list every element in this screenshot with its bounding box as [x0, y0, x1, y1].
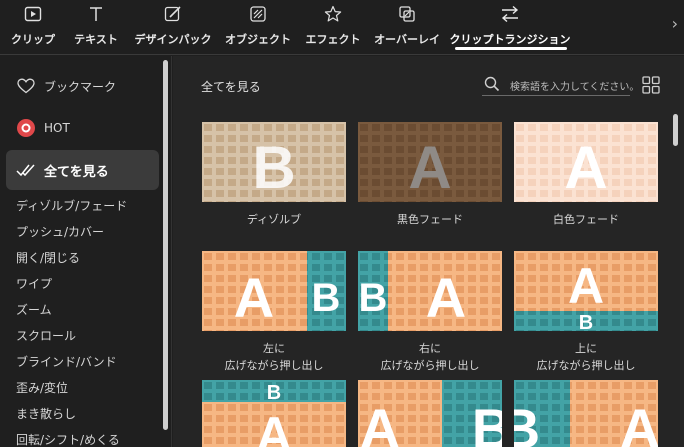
transition-thumbnail: B A — [202, 380, 346, 447]
svg-text:B: B — [252, 134, 295, 201]
effect-star-icon — [323, 4, 343, 24]
svg-text:A: A — [234, 266, 274, 329]
sidebar-item-wipe[interactable]: ワイプ — [16, 275, 52, 292]
tab-label: デザインパック — [134, 33, 212, 46]
grid-scrollbar[interactable] — [673, 114, 678, 146]
svg-text:B: B — [267, 382, 281, 404]
sidebar-item-dissolve-fade[interactable]: ディゾルブ/フェード — [16, 197, 127, 214]
transition-label: 左に 広げながら押し出し — [224, 342, 324, 372]
sidebar-scrollbar[interactable] — [163, 60, 168, 430]
hot-badge-icon — [16, 118, 36, 138]
sidebar-item-label: HOT — [44, 121, 70, 135]
transition-grid-panel: 全てを見る 検索語を入力してください。 B ディゾルブ A 黒色フェード A 白… — [173, 56, 684, 447]
overlay-icon — [397, 4, 417, 24]
tab-clip[interactable]: クリップ — [11, 0, 55, 55]
search-field[interactable]: 検索語を入力してください。 — [482, 74, 639, 96]
svg-text:A: A — [256, 407, 292, 447]
sidebar-item-rotate-shift[interactable]: 回転/シフト/めくる — [16, 431, 120, 447]
transition-thumbnail: A B — [514, 251, 658, 331]
transition-tab-bar: クリップ テキスト デザインパック オブジェクト エフェクト オーバーレイ クリ… — [0, 0, 684, 55]
page-title: 全てを見る — [201, 80, 261, 94]
tab-label: クリップ — [11, 33, 55, 46]
grid-view-icon[interactable] — [642, 76, 660, 94]
sidebar-item-scatter[interactable]: まき散らし — [16, 405, 76, 422]
sidebar-item-label: 全てを見る — [44, 164, 109, 180]
tab-effect[interactable]: エフェクト — [305, 0, 361, 55]
svg-text:A: A — [360, 397, 400, 447]
tab-label: テキスト — [74, 33, 118, 46]
active-tab-indicator — [455, 47, 567, 50]
sidebar-item-bookmark[interactable]: ブックマーク — [6, 66, 159, 106]
transition-thumbnail: A — [514, 122, 658, 202]
design-pack-icon — [163, 4, 183, 24]
transition-thumbnail: A B — [358, 251, 502, 331]
tab-text[interactable]: テキスト — [74, 0, 118, 55]
sidebar-item-scroll[interactable]: スクロール — [16, 327, 76, 344]
svg-text:A: A — [408, 134, 451, 201]
transition-item-push-left[interactable]: A B 左に 広げながら押し出し — [202, 251, 346, 374]
tab-label: オブジェクト — [225, 33, 291, 46]
tab-label: エフェクト — [305, 33, 361, 46]
transition-item-cover-right[interactable]: B A — [514, 380, 658, 447]
svg-text:B: B — [514, 397, 540, 447]
transition-thumbnail: B A — [514, 380, 658, 447]
svg-text:B: B — [359, 276, 388, 320]
text-icon — [86, 4, 106, 24]
category-sidebar: ブックマーク HOT 全てを見る ディゾルブ/フェード プッシュ/カバー 開く/… — [0, 56, 172, 447]
svg-text:A: A — [568, 258, 604, 314]
sidebar-item-all[interactable]: 全てを見る — [6, 150, 159, 190]
transition-label: 右に 広げながら押し出し — [380, 342, 480, 372]
sidebar-item-zoom[interactable]: ズーム — [16, 301, 52, 318]
svg-text:B: B — [472, 397, 502, 447]
sidebar-item-distort[interactable]: 歪み/変位 — [16, 379, 68, 396]
transition-item-dissolve[interactable]: B ディゾルブ — [202, 122, 346, 228]
sidebar-item-hot[interactable]: HOT — [6, 108, 159, 148]
transition-item-push-right[interactable]: A B 右に 広げながら押し出し — [358, 251, 502, 374]
transition-item-cover-left[interactable]: A B — [358, 380, 502, 447]
double-check-icon — [16, 160, 36, 180]
transition-item-push-down[interactable]: B A — [202, 380, 346, 447]
tab-overlay[interactable]: オーバーレイ — [374, 0, 440, 55]
tab-design-pack[interactable]: デザインパック — [135, 0, 212, 55]
sidebar-item-push-cover[interactable]: プッシュ/カバー — [16, 223, 104, 240]
sidebar-item-label: ブックマーク — [44, 79, 117, 94]
transition-item-push-up[interactable]: A B 上に 広げながら押し出し — [514, 251, 658, 374]
heart-icon — [16, 76, 36, 96]
sidebar-item-blind-band[interactable]: ブラインド/バンド — [16, 353, 117, 370]
transition-item-white-fade[interactable]: A 白色フェード — [514, 122, 658, 228]
transition-label: 上に 広げながら押し出し — [536, 342, 636, 372]
transition-thumbnail: A B — [358, 380, 502, 447]
transition-arrows-icon — [500, 4, 520, 24]
transition-thumbnail: B — [202, 122, 346, 202]
transition-thumbnail: A B — [202, 251, 346, 331]
svg-text:A: A — [620, 397, 658, 447]
transition-label: 黒色フェード — [397, 213, 463, 226]
svg-text:A: A — [426, 266, 466, 329]
svg-text:A: A — [564, 134, 607, 201]
scroll-right-arrow-icon[interactable]: › — [672, 14, 678, 33]
transition-item-black-fade[interactable]: A 黒色フェード — [358, 122, 502, 228]
search-icon — [484, 76, 500, 96]
tab-object[interactable]: オブジェクト — [225, 0, 291, 55]
transition-thumbnail: A — [358, 122, 502, 202]
tab-label: クリップトランジション — [449, 33, 571, 46]
svg-text:B: B — [312, 276, 341, 320]
tab-label: オーバーレイ — [374, 33, 440, 46]
object-icon — [248, 4, 268, 24]
clip-icon — [23, 4, 43, 24]
svg-text:B: B — [579, 312, 593, 331]
sidebar-item-open-close[interactable]: 開く/閉じる — [16, 249, 80, 266]
transition-label: ディゾルブ — [246, 213, 302, 226]
transition-label: 白色フェード — [553, 213, 619, 226]
search-input[interactable]: 検索語を入力してください。 — [510, 78, 639, 93]
